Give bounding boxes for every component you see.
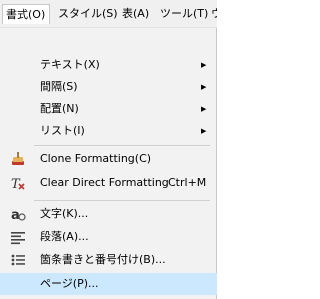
paragraph-icon — [10, 229, 26, 245]
submenu-arrow-icon: ▶ — [201, 127, 207, 135]
menu-item-clear-formatting[interactable]: T Clear Direct Formatting Ctrl+M — [0, 172, 217, 194]
menu-item-text[interactable]: テキスト(X) ▶ — [0, 54, 217, 76]
bullets-numbering-icon — [10, 252, 26, 268]
menu-item-lists[interactable]: リスト(I) ▶ — [0, 120, 217, 142]
submenu-arrow-icon: ▶ — [201, 61, 207, 69]
menu-item-label: 段落(A)... — [40, 230, 89, 243]
menu-window[interactable]: ウ — [211, 4, 217, 24]
menu-item-spacing[interactable]: 間隔(S) ▶ — [0, 76, 217, 98]
menu-separator — [34, 200, 210, 201]
submenu-arrow-icon: ▶ — [201, 105, 207, 113]
menu-tools-label: ツール(T) — [160, 7, 209, 20]
menu-item-shortcut: Ctrl+M — [168, 176, 207, 189]
menu-bar: 書式(O) スタイル(S) 表(A) ツール(T) ウ — [0, 0, 217, 28]
menu-style[interactable]: スタイル(S) — [58, 4, 118, 24]
menu-item-bullets-numbering[interactable]: 箇条書きと番号付け(B)... — [0, 249, 217, 271]
menu-item-label: ページ(P)... — [40, 277, 99, 290]
menu-window-label: ウ — [211, 7, 217, 20]
menu-table-label: 表(A) — [122, 7, 150, 20]
menu-item-label: 間隔(S) — [40, 80, 78, 93]
format-dropdown-menu: テキスト(X) ▶ 間隔(S) ▶ 配置(N) ▶ リスト(I) ▶ Clone… — [0, 28, 217, 299]
svg-text:a: a — [11, 208, 20, 222]
menu-item-align[interactable]: 配置(N) ▶ — [0, 98, 217, 120]
menu-item-label: Clone Formatting(C) — [40, 152, 152, 165]
menu-tools[interactable]: ツール(T) — [160, 4, 208, 24]
menu-style-label: スタイル(S) — [58, 7, 118, 20]
menu-table[interactable]: 表(A) — [122, 4, 149, 24]
menu-format-label: 書式(O) — [6, 8, 46, 21]
character-icon: a — [10, 206, 26, 223]
menu-item-character[interactable]: a 文字(K)... — [0, 203, 217, 225]
menu-format[interactable]: 書式(O) — [2, 4, 50, 24]
menu-item-label: 文字(K)... — [40, 207, 89, 220]
menu-item-label: Clear Direct Formatting — [40, 176, 169, 189]
paintbrush-icon — [10, 151, 26, 167]
menu-item-label: 配置(N) — [40, 102, 79, 115]
clear-formatting-icon: T — [10, 175, 26, 192]
menu-item-page[interactable]: ページ(P)... — [0, 273, 217, 295]
menu-item-label: 箇条書きと番号付け(B)... — [40, 253, 166, 266]
menu-item-label: テキスト(X) — [40, 58, 100, 71]
menu-separator — [34, 145, 210, 146]
menu-item-label: リスト(I) — [40, 124, 85, 137]
menu-item-paragraph[interactable]: 段落(A)... — [0, 226, 217, 248]
menu-item-clone-formatting[interactable]: Clone Formatting(C) — [0, 148, 217, 170]
submenu-arrow-icon: ▶ — [201, 83, 207, 91]
